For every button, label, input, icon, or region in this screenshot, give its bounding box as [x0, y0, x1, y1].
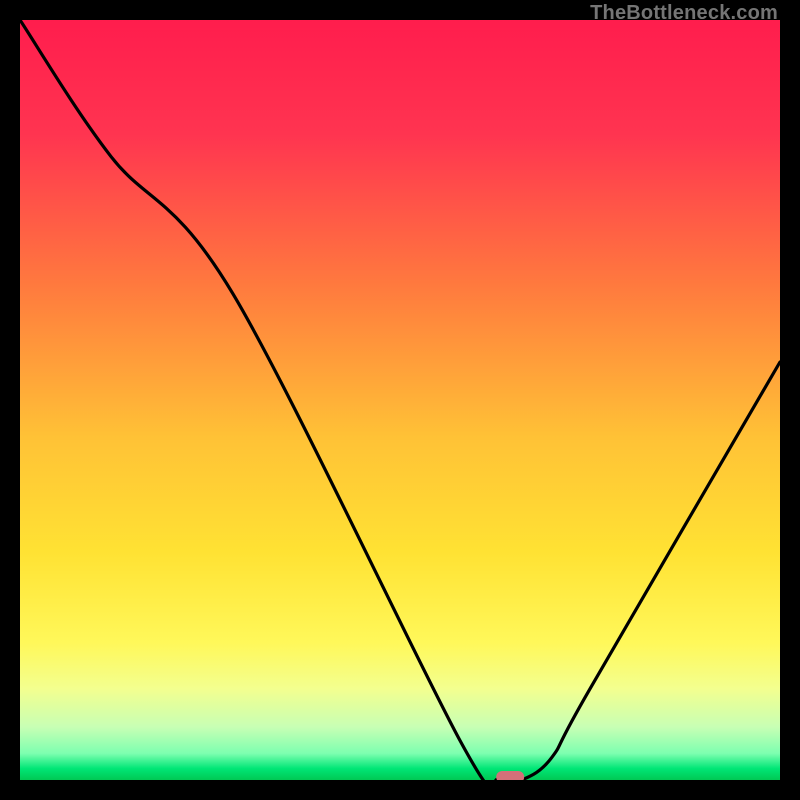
bottleneck-curve — [20, 20, 780, 780]
plot-area — [20, 20, 780, 780]
optimal-marker — [496, 771, 524, 780]
watermark-text: TheBottleneck.com — [590, 2, 778, 25]
chart-frame: TheBottleneck.com — [0, 0, 800, 800]
chart-lines — [20, 20, 780, 780]
